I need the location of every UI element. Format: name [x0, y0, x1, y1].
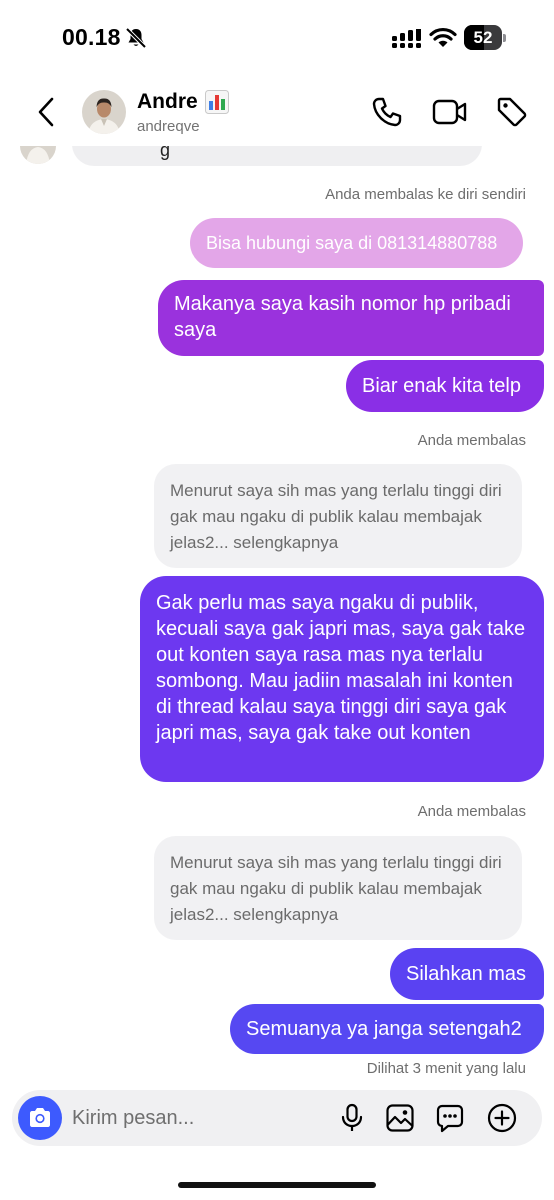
- bar-chart-emoji-icon: [205, 90, 229, 114]
- camera-button[interactable]: [18, 1096, 62, 1140]
- phone-icon[interactable]: [370, 95, 404, 129]
- reply-label: Anda membalas: [417, 803, 526, 820]
- reply-label: Anda membalas: [417, 432, 526, 449]
- message-composer: [12, 1090, 542, 1146]
- reply-label: Anda membalas ke diri sendiri: [325, 186, 526, 203]
- chat-header: Andre andreqve: [0, 76, 554, 146]
- sent-message[interactable]: Makanya saya kasih nomor hp pribadi saya: [158, 280, 544, 356]
- camera-icon: [30, 1108, 50, 1127]
- replied-message-preview[interactable]: Menurut saya sih mas yang terlalu tinggi…: [154, 836, 522, 940]
- home-indicator[interactable]: [178, 1182, 376, 1188]
- seen-status: Dilihat 3 menit yang lalu: [366, 1060, 526, 1077]
- microphone-icon[interactable]: [336, 1102, 368, 1134]
- back-icon[interactable]: [34, 96, 58, 128]
- message-thread: g Anda membalas ke diri sendiri Bisa hub…: [0, 146, 554, 1086]
- replied-message-preview[interactable]: Menurut saya sih mas yang terlalu tinggi…: [154, 464, 522, 568]
- bell-slash-icon: [125, 27, 147, 49]
- battery-icon: 52: [464, 25, 506, 50]
- sent-message[interactable]: Silahkan mas: [390, 948, 544, 1000]
- contact-name[interactable]: Andre: [137, 90, 198, 114]
- video-camera-icon[interactable]: [432, 96, 468, 128]
- received-message-text: g: [160, 146, 171, 160]
- sticker-icon[interactable]: [434, 1102, 466, 1134]
- wifi-icon: [429, 27, 457, 47]
- status-time: 00.18: [62, 24, 121, 50]
- cellular-signal-icon: [392, 29, 421, 48]
- battery-percentage: 52: [473, 28, 493, 47]
- replied-message-preview[interactable]: Bisa hubungi saya di 081314880788: [190, 218, 523, 268]
- status-bar: 00.18 52: [0, 0, 554, 76]
- message-input[interactable]: [72, 1103, 322, 1133]
- sent-message[interactable]: Semuanya ya janga setengah2: [230, 1004, 544, 1054]
- tag-icon[interactable]: [495, 95, 529, 129]
- sent-message[interactable]: Biar enak kita telp: [346, 360, 544, 412]
- sent-message[interactable]: Gak perlu mas saya ngaku di publik, kecu…: [140, 576, 544, 782]
- received-message[interactable]: [72, 146, 482, 166]
- contact-username: andreqve: [137, 118, 200, 135]
- avatar: [20, 146, 56, 164]
- plus-icon[interactable]: [486, 1102, 518, 1134]
- avatar[interactable]: [82, 90, 126, 134]
- gallery-icon[interactable]: [384, 1102, 416, 1134]
